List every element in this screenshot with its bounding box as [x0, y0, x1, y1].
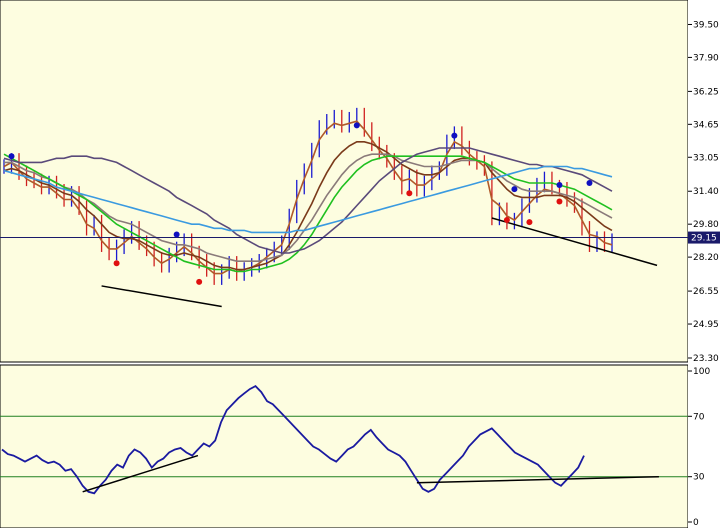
price-tick-label: 39.50 [693, 20, 719, 30]
buy-signal-dot [451, 132, 458, 139]
price-tick-label: 24.95 [693, 320, 719, 330]
chart: 39.50 37.90 36.25 34.65 33.05 31.40 29.80 28.20… [0, 0, 724, 529]
price-tick-label: 33.05 [693, 153, 719, 163]
price-tick-label: 23.30 [693, 354, 719, 364]
buy-signal-dot [511, 186, 518, 193]
price-tick-label: 37.90 [693, 53, 719, 63]
buy-signal-dot [173, 231, 180, 238]
oscillator-tick-label: 0 [693, 518, 699, 528]
oscillator-tick-label: 100 [693, 367, 710, 377]
chart-svg: 39.50 37.90 36.25 34.65 33.05 31.40 29.80 28.20… [0, 0, 724, 529]
sell-signal-dot [526, 219, 533, 226]
oscillator-tick-label: 30 [693, 473, 705, 483]
buy-signal-dot [556, 182, 563, 189]
sell-signal-dot [113, 260, 120, 267]
oscillator-tick-label: 70 [693, 412, 705, 422]
axis-background [688, 0, 724, 528]
sell-signal-dot [196, 278, 203, 285]
buy-signal-dot [353, 122, 360, 129]
current-price-label: 29.15 [691, 234, 717, 244]
buy-signal-dot [586, 180, 593, 186]
price-tick-label: 36.25 [693, 87, 719, 97]
price-tick-label: 28.20 [693, 253, 719, 263]
sell-signal-dot [503, 217, 510, 224]
price-tick-label: 34.65 [693, 120, 719, 130]
sell-signal-dot [406, 190, 413, 197]
price-tick-label: 26.55 [693, 287, 719, 297]
buy-signal-dot [8, 153, 15, 160]
sell-signal-dot [556, 198, 563, 205]
price-panel-background [0, 0, 689, 363]
price-tick-label: 29.80 [693, 220, 719, 230]
price-tick-label: 31.40 [693, 187, 719, 197]
oscillator-panel-background [0, 364, 689, 529]
